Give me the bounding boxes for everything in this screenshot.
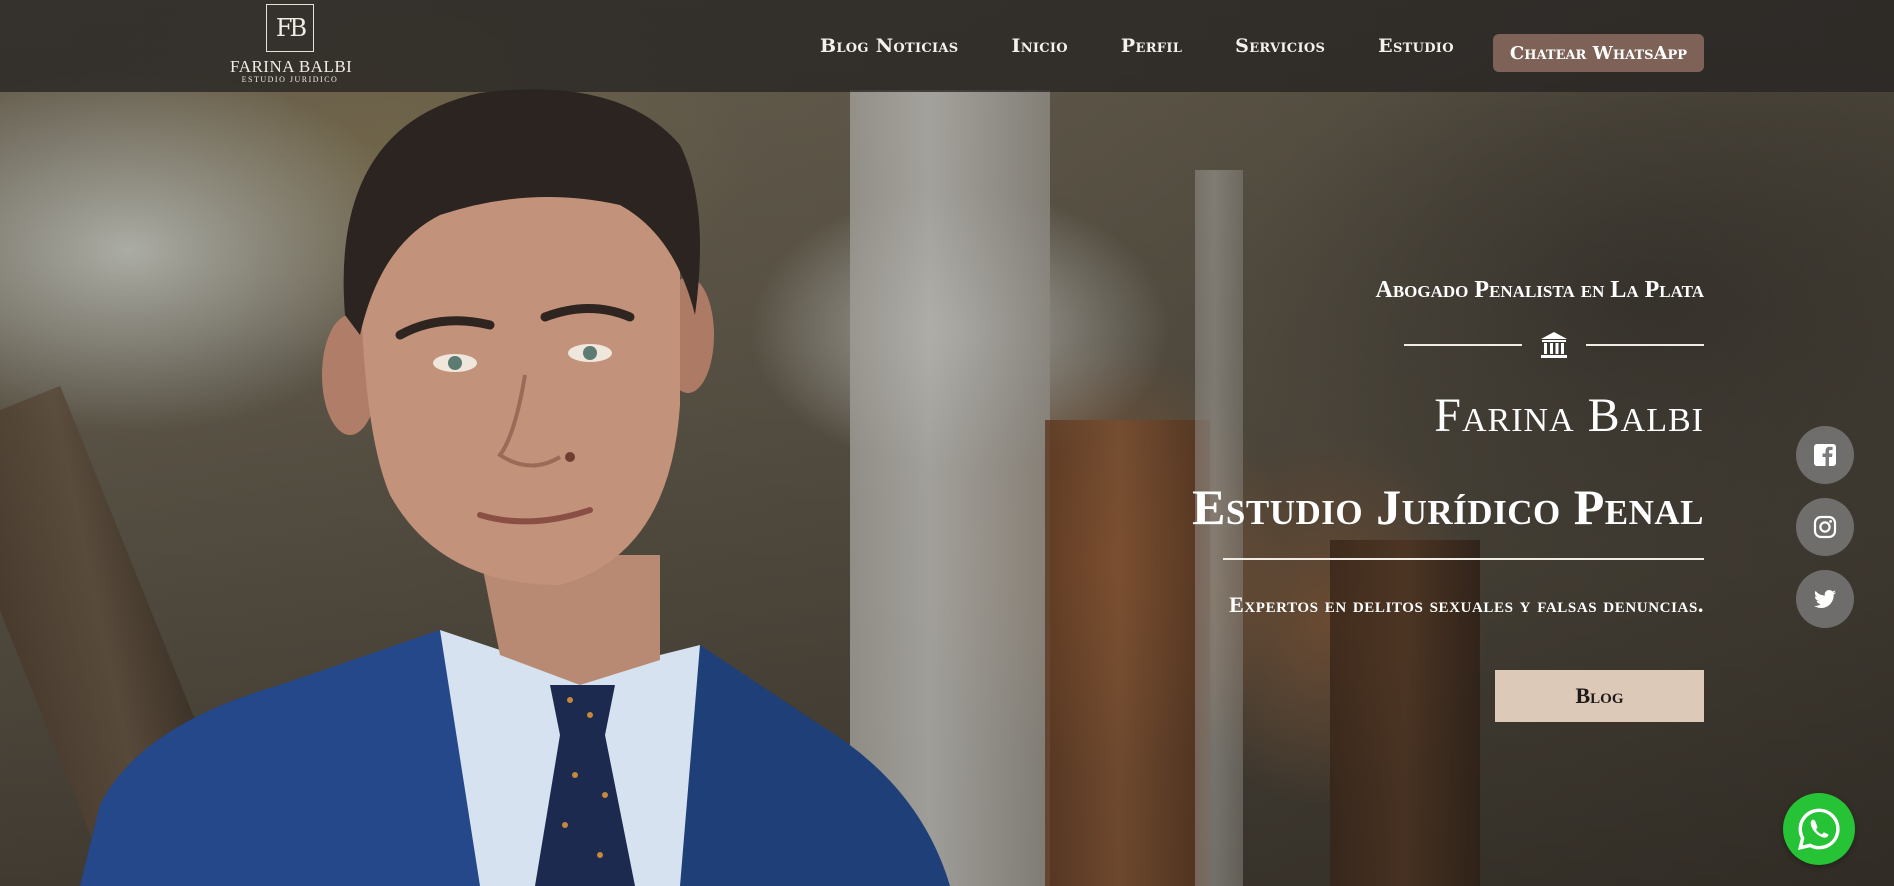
hero-title: Estudio Jurídico Penal [1192,479,1704,535]
site-header: FB FARINA BALBI ESTUDIO JURIDICO Blog No… [0,0,1894,92]
nav-item-blog-noticias[interactable]: Blog Noticias [820,35,959,57]
logo-subtitle: ESTUDIO JURIDICO [241,75,339,84]
lawyer-portrait [80,89,950,886]
main-nav: Blog Noticias Inicio Perfil Servicios Es… [820,0,1454,92]
nav-item-servicios[interactable]: Servicios [1235,35,1325,57]
divider-line [1586,344,1704,346]
bank-columns-icon [1541,332,1567,358]
hero-divider [1404,330,1704,360]
hero-rule [1223,558,1704,560]
facebook-button[interactable] [1796,426,1854,484]
nav-item-inicio[interactable]: Inicio [1012,35,1068,57]
hero-eyebrow: Abogado Penalista en La Plata [1375,277,1704,303]
nav-item-perfil[interactable]: Perfil [1121,35,1182,57]
logo-monogram: FB [266,4,314,52]
hero-background [0,0,1894,886]
chat-whatsapp-button[interactable]: Chatear WhatsApp [1493,34,1704,72]
divider-line [1404,344,1522,346]
hero-tagline: Expertos en delitos sexuales y falsas de… [1229,592,1704,617]
brand-logo[interactable]: FB FARINA BALBI ESTUDIO JURIDICO [230,4,353,92]
whatsapp-icon [1797,808,1840,850]
hero-name: Farina Balbi [1434,389,1704,442]
instagram-icon [1813,515,1837,539]
whatsapp-float-button[interactable] [1783,793,1855,865]
logo-name: FARINA BALBI [230,57,353,76]
instagram-button[interactable] [1796,498,1854,556]
twitter-button[interactable] [1796,570,1854,628]
twitter-icon [1814,590,1836,608]
nav-item-estudio[interactable]: Estudio [1378,35,1454,57]
facebook-icon [1814,444,1836,466]
blog-button[interactable]: Blog [1495,670,1704,722]
